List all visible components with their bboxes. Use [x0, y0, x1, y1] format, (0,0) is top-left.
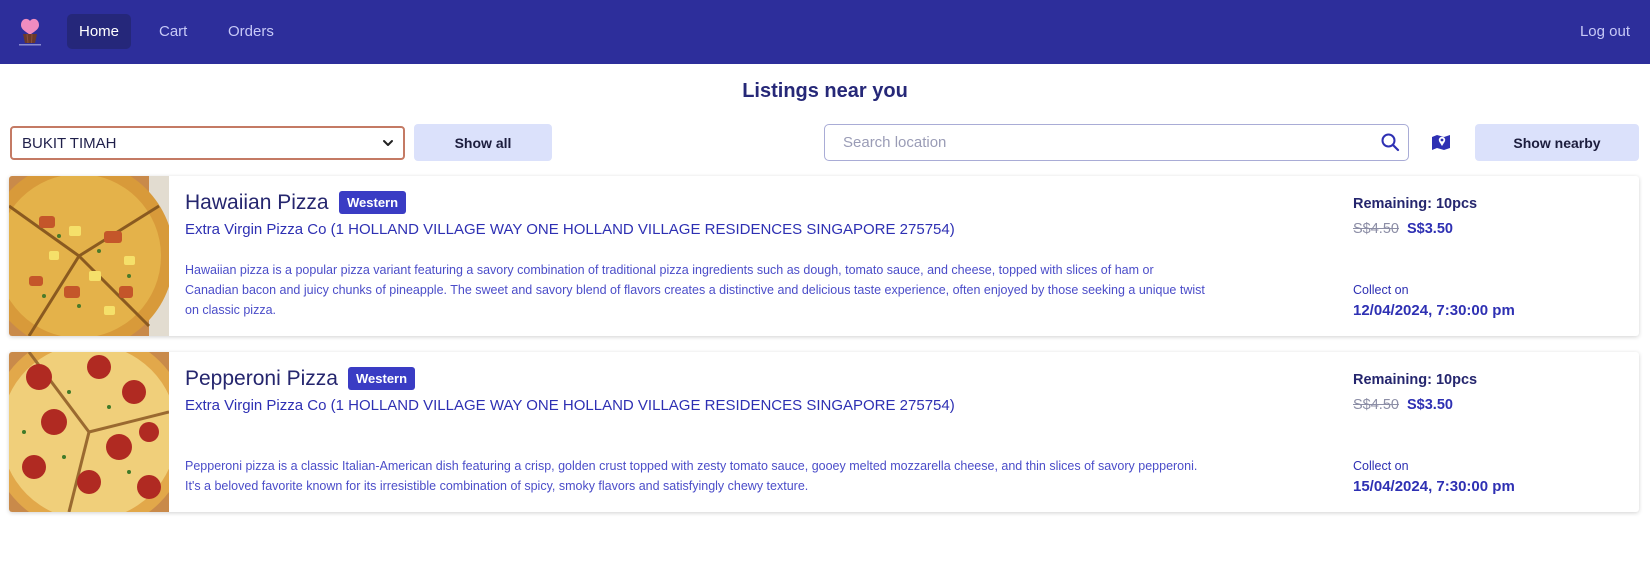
collect-label: Collect on: [1353, 459, 1409, 473]
nav-home-link[interactable]: Home: [67, 14, 132, 49]
top-navbar: Home Cart Orders Log out: [0, 0, 1650, 64]
map-icon[interactable]: [1431, 132, 1451, 152]
search-location-input[interactable]: [843, 125, 1363, 160]
search-icon[interactable]: [1380, 132, 1400, 152]
discounted-price: S$3.50: [1407, 397, 1453, 413]
nav-orders-link[interactable]: Orders: [216, 14, 286, 49]
logout-link[interactable]: Log out: [1568, 14, 1642, 49]
collect-label: Collect on: [1353, 283, 1409, 297]
listing-description: Pepperoni pizza is a classic Italian-Ame…: [185, 459, 1198, 493]
store-address: Extra Virgin Pizza Co (1 HOLLAND VILLAGE…: [185, 221, 955, 238]
pepperoni-pizza-image: [9, 352, 169, 512]
region-selected-value: BUKIT TIMAH: [22, 134, 117, 152]
remaining-count: Remaining: 10pcs: [1353, 196, 1478, 212]
listing-meta: Remaining: 10pcs S$4.50 S$3.50 Collect o…: [1353, 176, 1633, 336]
store-address: Extra Virgin Pizza Co (1 HOLLAND VILLAGE…: [185, 397, 955, 414]
price-row: S$4.50 S$3.50: [1353, 221, 1453, 237]
cuisine-badge: Western: [339, 191, 407, 214]
listing-title: Hawaiian Pizza: [185, 191, 329, 214]
listing-title: Pepperoni Pizza: [185, 367, 338, 390]
show-nearby-button[interactable]: Show nearby: [1475, 124, 1639, 161]
listing-card[interactable]: Pepperoni Pizza Western Extra Virgin Piz…: [9, 352, 1639, 512]
collect-date: 15/04/2024, 7:30:00 pm: [1353, 478, 1515, 495]
discounted-price: S$3.50: [1407, 221, 1453, 237]
listing-card[interactable]: Hawaiian Pizza Western Extra Virgin Pizz…: [9, 176, 1639, 336]
nav-cart-link[interactable]: Cart: [147, 14, 199, 49]
chevron-down-icon: [383, 140, 393, 146]
original-price: S$4.50: [1353, 221, 1399, 237]
cupcake-logo-icon[interactable]: [16, 15, 44, 47]
search-location-box: [824, 124, 1409, 161]
cuisine-badge: Western: [348, 367, 416, 390]
listing-meta: Remaining: 10pcs S$4.50 S$3.50 Collect o…: [1353, 352, 1633, 512]
show-all-button[interactable]: Show all: [414, 124, 552, 161]
hawaiian-pizza-image: [9, 176, 169, 336]
price-row: S$4.50 S$3.50: [1353, 397, 1453, 413]
page-title: Listings near you: [742, 80, 908, 102]
listing-description: Hawaiian pizza is a popular pizza varian…: [185, 263, 1205, 317]
collect-date: 12/04/2024, 7:30:00 pm: [1353, 302, 1515, 319]
remaining-count: Remaining: 10pcs: [1353, 372, 1478, 388]
original-price: S$4.50: [1353, 397, 1399, 413]
region-select[interactable]: BUKIT TIMAH: [10, 126, 405, 160]
